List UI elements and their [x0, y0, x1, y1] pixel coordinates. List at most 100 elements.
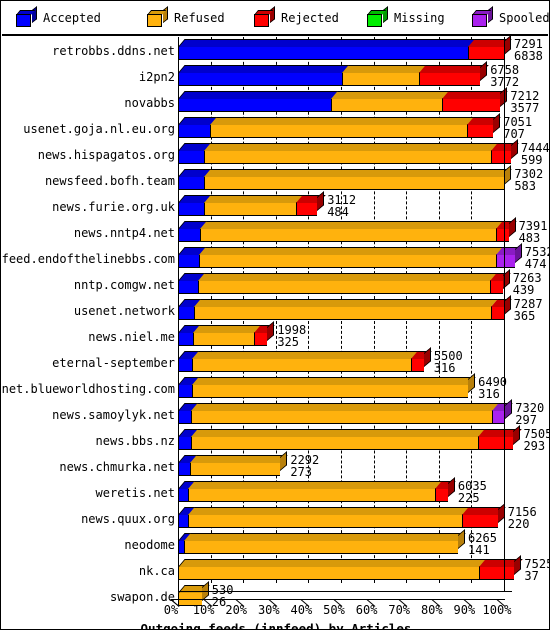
stacked-bar[interactable] — [178, 165, 513, 190]
row-label: weretis.net — [95, 486, 175, 500]
chart-row: usenet.goja.nl.eu.org 7051 707 — [1, 113, 549, 141]
chart-row: eternal-september 5500 316 — [1, 347, 549, 375]
bar-end-cap — [504, 165, 512, 185]
chart-row: nntp.comgw.net 7263 439 — [1, 269, 549, 297]
legend-label: Rejected — [281, 11, 339, 25]
stacked-bar[interactable] — [178, 243, 523, 268]
bar-segment-refused — [197, 273, 498, 294]
cube-icon-spooled — [472, 5, 493, 27]
bar-end-cap — [514, 555, 522, 575]
bar-segment-top — [190, 429, 486, 437]
chart-row: nk.ca 752537 — [1, 555, 549, 583]
axis-tick-label: 100% — [482, 603, 512, 617]
row-value-labels: 7320 297 — [515, 402, 544, 426]
bar-segment-refused — [187, 507, 470, 528]
stacked-bar[interactable] — [178, 295, 512, 320]
stacked-bar[interactable] — [178, 477, 456, 502]
chart-row: news.niel.me 1998 325 — [1, 321, 549, 349]
bar-area: 7302 583 — [178, 165, 543, 193]
chart-row: novabbs 7212 3577 — [1, 87, 549, 115]
bar-segment-accepted — [178, 351, 200, 372]
row-value-labels: 7391 483 — [519, 220, 548, 244]
stacked-bar[interactable] — [178, 451, 289, 476]
row-label: i2pn2 — [138, 70, 175, 84]
bar-segment-accepted — [178, 429, 199, 450]
bar-segment-refused — [191, 403, 500, 424]
stacked-bar[interactable] — [178, 191, 325, 216]
row-label: usenet.blueworldhosting.com — [1, 382, 175, 396]
bar-area: 7444 599 — [178, 139, 549, 167]
row-value-labels: 6265 141 — [468, 532, 497, 556]
chart-row: news.nntp4.net 7391 483 — [1, 217, 549, 245]
bar-area: 7532474 — [178, 243, 549, 271]
chart-row: news.furie.org.uk 3112 484 — [1, 191, 549, 219]
bar-segment-accepted — [178, 91, 339, 112]
stacked-bar[interactable] — [178, 321, 276, 346]
bar-segment-accepted — [178, 481, 196, 502]
chart-row: news.quux.org 7156 220 — [1, 503, 549, 531]
row-value-secondary: 325 — [277, 335, 299, 349]
cube-icon-accepted — [16, 5, 37, 27]
bar-segment-rejected — [478, 559, 523, 580]
stacked-bar[interactable] — [178, 399, 513, 424]
stacked-bar[interactable] — [178, 139, 519, 164]
bar-segment-refused — [209, 117, 476, 138]
bar-segment-rejected — [434, 481, 456, 502]
legend-label: Missing — [394, 11, 445, 25]
bar-segment-rejected — [495, 221, 517, 242]
bar-area: 7051 707 — [178, 113, 532, 141]
stacked-bar[interactable] — [178, 35, 512, 60]
stacked-bar[interactable] — [178, 87, 509, 112]
bar-segment-refused — [190, 455, 289, 476]
stacked-bar[interactable] — [178, 347, 432, 372]
bar-segment-refused — [331, 91, 450, 112]
bar-segment-top — [178, 559, 487, 567]
legend-item-refused[interactable]: Refused — [147, 2, 225, 34]
bar-segment-top — [341, 65, 427, 73]
cube-icon-rejected — [254, 5, 275, 27]
bar-segment-accepted — [178, 221, 208, 242]
cube-icon-missing — [367, 5, 388, 27]
chart-row: news.samoylyk.net 7320 297 — [1, 399, 549, 427]
stacked-bar[interactable] — [178, 269, 511, 294]
legend-item-missing[interactable]: Missing — [367, 2, 445, 34]
stacked-bar[interactable] — [178, 217, 517, 242]
row-value-secondary: 220 — [507, 517, 530, 531]
stacked-bar[interactable] — [178, 529, 466, 554]
stacked-bar[interactable] — [178, 373, 476, 398]
legend-item-spooled[interactable]: Spooled — [472, 2, 549, 34]
row-value-labels: 7263 439 — [513, 272, 542, 296]
chart-row: retrobbs.ddns.net 7291 6838 — [1, 35, 549, 63]
stacked-bar[interactable] — [178, 555, 523, 580]
row-label: news.furie.org.uk — [52, 200, 175, 214]
bar-segment-top — [197, 273, 498, 281]
bar-segment-rejected — [418, 65, 488, 86]
bar-area: 7320 297 — [178, 399, 544, 427]
row-value-secondary: 6838 — [514, 49, 543, 63]
row-label: news.bbs.nz — [95, 434, 175, 448]
bar-area: 2292 273 — [178, 451, 504, 479]
bar-segment-accepted — [178, 299, 203, 320]
legend-item-accepted[interactable]: Accepted — [16, 2, 101, 34]
bar-segment-top — [188, 481, 443, 489]
bar-segment-top — [178, 91, 339, 99]
stacked-bar[interactable] — [178, 425, 522, 450]
legend-item-rejected[interactable]: Rejected — [254, 2, 339, 34]
row-label: news.chmurka.net — [59, 460, 175, 474]
row-value-labels: 7156 220 — [508, 506, 537, 530]
row-label: novabbs — [124, 96, 175, 110]
bar-area: 752537 — [178, 555, 549, 583]
bar-segment-accepted — [178, 273, 206, 294]
stacked-bar[interactable] — [178, 113, 501, 138]
stacked-bar[interactable] — [178, 503, 506, 528]
bar-area: 7212 3577 — [178, 87, 539, 115]
row-value-labels: 7212 3577 — [510, 90, 539, 114]
bar-segment-top — [204, 169, 513, 177]
bar-segment-rejected — [477, 429, 522, 450]
plot-right-edge — [504, 37, 505, 591]
row-label: eternal-september — [52, 356, 175, 370]
bar-segment-top — [199, 221, 504, 229]
row-value-labels: 2292 273 — [290, 454, 319, 478]
axis-title: Outgoing feeds (innfeed) by Articles — [140, 621, 412, 630]
stacked-bar[interactable] — [178, 61, 488, 86]
